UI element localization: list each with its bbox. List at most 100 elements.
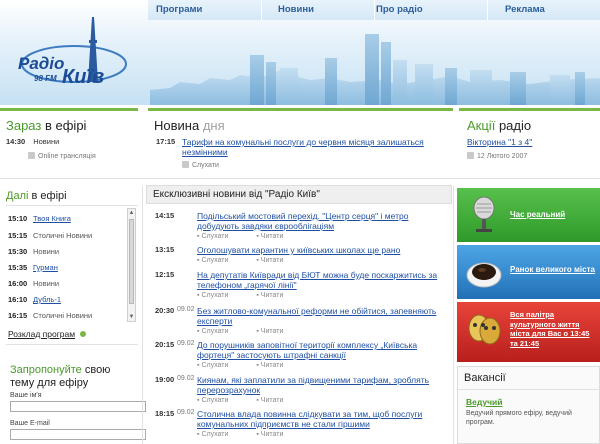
read-link[interactable]: ▪ Читати — [256, 362, 297, 369]
city-morning-link[interactable]: Ранок великого міста — [510, 265, 596, 275]
schedule-program-link[interactable]: Дубль-1 — [33, 295, 61, 304]
logo-word-kyiv: Київ — [62, 66, 105, 88]
scrollbar-thumb[interactable] — [129, 219, 134, 304]
microphone-icon — [473, 196, 495, 232]
arrow-circle-icon — [80, 331, 87, 337]
read-link[interactable]: ▪ Читати — [256, 233, 297, 240]
culture-link[interactable]: Вся палітра культурного життя міста для … — [510, 310, 598, 348]
promo-tile-city-morning[interactable]: Ранок великого міста — [457, 245, 600, 299]
exclusive-news-header: Ексклюзивні новини від "Радіо Київ" — [146, 185, 452, 204]
nav-separator — [374, 0, 375, 20]
read-link[interactable]: ▪ Читати — [256, 292, 297, 299]
read-link[interactable]: ▪ Читати — [256, 397, 297, 404]
section-divider — [6, 344, 138, 345]
schedule-program-link[interactable]: Гурман — [33, 263, 58, 272]
news-of-day-title: Новина дня — [154, 118, 225, 133]
title-underline — [458, 389, 599, 390]
read-link[interactable]: ▪ Читати — [256, 328, 297, 335]
nav-about-radio[interactable]: Про радіо — [376, 4, 423, 15]
listen-link[interactable]: ▪ Слухати — [197, 362, 242, 369]
email-field[interactable] — [10, 429, 146, 440]
promo-tile-culture[interactable]: Вся палітра культурного життя міста для … — [457, 302, 600, 362]
nav-separator — [261, 0, 262, 20]
read-link[interactable]: ▪ Читати — [256, 257, 297, 264]
scroll-up-icon[interactable]: ▲ — [128, 209, 135, 217]
now-on-air-box: Зараз в ефірі 14:30 Новини Online трансля… — [0, 108, 142, 174]
name-field[interactable] — [10, 401, 146, 412]
now-on-air-title: Зараз в ефірі — [6, 118, 87, 133]
vacancy-link[interactable]: Ведучий — [466, 397, 502, 407]
top-navigation: Програми Новини Про радіо Реклама — [148, 0, 600, 20]
promo-date: 12 Лютого 2007 — [467, 152, 527, 160]
scroll-down-icon[interactable]: ▼ — [128, 313, 135, 321]
section-divider — [0, 178, 600, 179]
box-accent-line — [148, 108, 453, 111]
news-headline-link[interactable]: Подільський мостовий перехід. "Центр сер… — [197, 211, 447, 231]
schedule-title: Далі в ефірі — [6, 190, 67, 202]
news-actions: ▪ Слухати ▪ Читати — [197, 362, 311, 369]
news-headline-link[interactable]: До порушників заповітної території компл… — [197, 340, 447, 360]
full-schedule-link[interactable]: Розклад програм — [8, 329, 87, 339]
box-accent-line — [459, 108, 600, 111]
speaker-icon — [28, 152, 35, 159]
coffee-cup-icon — [466, 262, 502, 288]
schedule-row: 16:00 Новини — [8, 279, 60, 288]
nav-separator — [487, 0, 488, 20]
now-on-air-row: 14:30 Новини — [6, 137, 60, 146]
news-actions: ▪ Слухати ▪ Читати — [197, 233, 311, 240]
news-actions: ▪ Слухати ▪ Читати — [197, 292, 311, 299]
promo-tile-real-time[interactable]: Час реальний — [457, 188, 600, 242]
calendar-icon — [467, 152, 474, 159]
listen-link[interactable]: ▪ Слухати — [197, 233, 242, 240]
schedule-row: 15:30 Новини — [8, 247, 60, 256]
news-headline-link[interactable]: Оголошувати карантин у київських школах … — [197, 245, 447, 255]
column-divider — [142, 186, 143, 444]
theater-masks-icon — [468, 314, 501, 345]
news-headline-link[interactable]: На депутатів Київради від БЮТ можна буде… — [197, 270, 447, 290]
real-time-link[interactable]: Час реальний — [510, 210, 596, 220]
news-actions: ▪ Слухати ▪ Читати — [197, 431, 311, 438]
news-of-day-time: 17:15 — [156, 137, 176, 146]
vacancies-box: Вакансії Ведучий Ведучий прямого ефіру, … — [457, 366, 600, 444]
title-underline — [6, 205, 138, 206]
listen-link[interactable]: ▪ Слухати — [197, 397, 242, 404]
promo-quiz-link[interactable]: Вікторина "1 з 4" — [467, 137, 532, 147]
vacancy-description: Ведучий прямого ефіру, ведучий програм. — [466, 410, 572, 426]
listen-link[interactable]: ▪ Слухати — [197, 257, 242, 264]
city-skyline-image — [150, 34, 600, 105]
schedule-program-link[interactable]: Твоя Книга — [33, 214, 71, 223]
news-actions: ▪ Слухати ▪ Читати — [197, 257, 311, 264]
schedule-row: 15:10 Твоя Книга — [8, 214, 71, 223]
radio-kyiv-logo[interactable]: Радіо 98 FM Київ — [14, 12, 134, 92]
speaker-icon — [182, 161, 189, 168]
nav-programs[interactable]: Програми — [156, 4, 202, 15]
schedule-row: 15:35 Гурман — [8, 263, 58, 272]
listen-link[interactable]: ▪ Слухати — [197, 431, 242, 438]
news-actions: ▪ Слухати ▪ Читати — [197, 397, 311, 404]
suggest-topic-title: Запропонуйте свою тему для ефіру — [10, 364, 111, 389]
listen-link[interactable]: Слухати — [182, 161, 219, 169]
logo-frequency: 98 FM — [34, 74, 57, 83]
header: Програми Новини Про радіо Реклама Радіо … — [0, 0, 600, 105]
promo-box: Акції радіо Вікторина "1 з 4" 12 Лютого … — [459, 108, 600, 174]
email-label: Ваше E-mail — [10, 420, 50, 427]
news-actions: ▪ Слухати ▪ Читати — [197, 328, 311, 335]
read-link[interactable]: ▪ Читати — [256, 431, 297, 438]
vacancies-title: Вакансії — [464, 372, 506, 384]
schedule-row: 16:15 Столичні Новини — [8, 311, 93, 320]
listen-link[interactable]: ▪ Слухати — [197, 328, 242, 335]
listen-link[interactable]: ▪ Слухати — [197, 292, 242, 299]
exclusive-news-title: Ексклюзивні новини від "Радіо Київ" — [153, 189, 320, 200]
news-headline-link[interactable]: Киянам, які заплатили за підвищеними тар… — [197, 375, 447, 395]
column-divider — [453, 186, 454, 444]
news-of-day-headline[interactable]: Тарифи на комунальні послуги до червня м… — [182, 137, 452, 157]
online-stream-link[interactable]: Online трансляція — [28, 152, 96, 160]
nav-news[interactable]: Новини — [278, 4, 314, 15]
schedule-scrollbar[interactable]: ▲ ▼ — [127, 208, 136, 322]
nav-advertising[interactable]: Реклама — [505, 4, 545, 15]
schedule-row: 15:15 Столичні Новини — [8, 231, 93, 240]
news-headline-link[interactable]: Столична влада повинна слідкувати за тим… — [197, 409, 447, 429]
news-headline-link[interactable]: Без житлово-комунальної реформи не обійт… — [197, 306, 447, 326]
schedule-row: 16:10 Дубль-1 — [8, 295, 61, 304]
name-label: Ваше ім'я — [10, 392, 42, 399]
